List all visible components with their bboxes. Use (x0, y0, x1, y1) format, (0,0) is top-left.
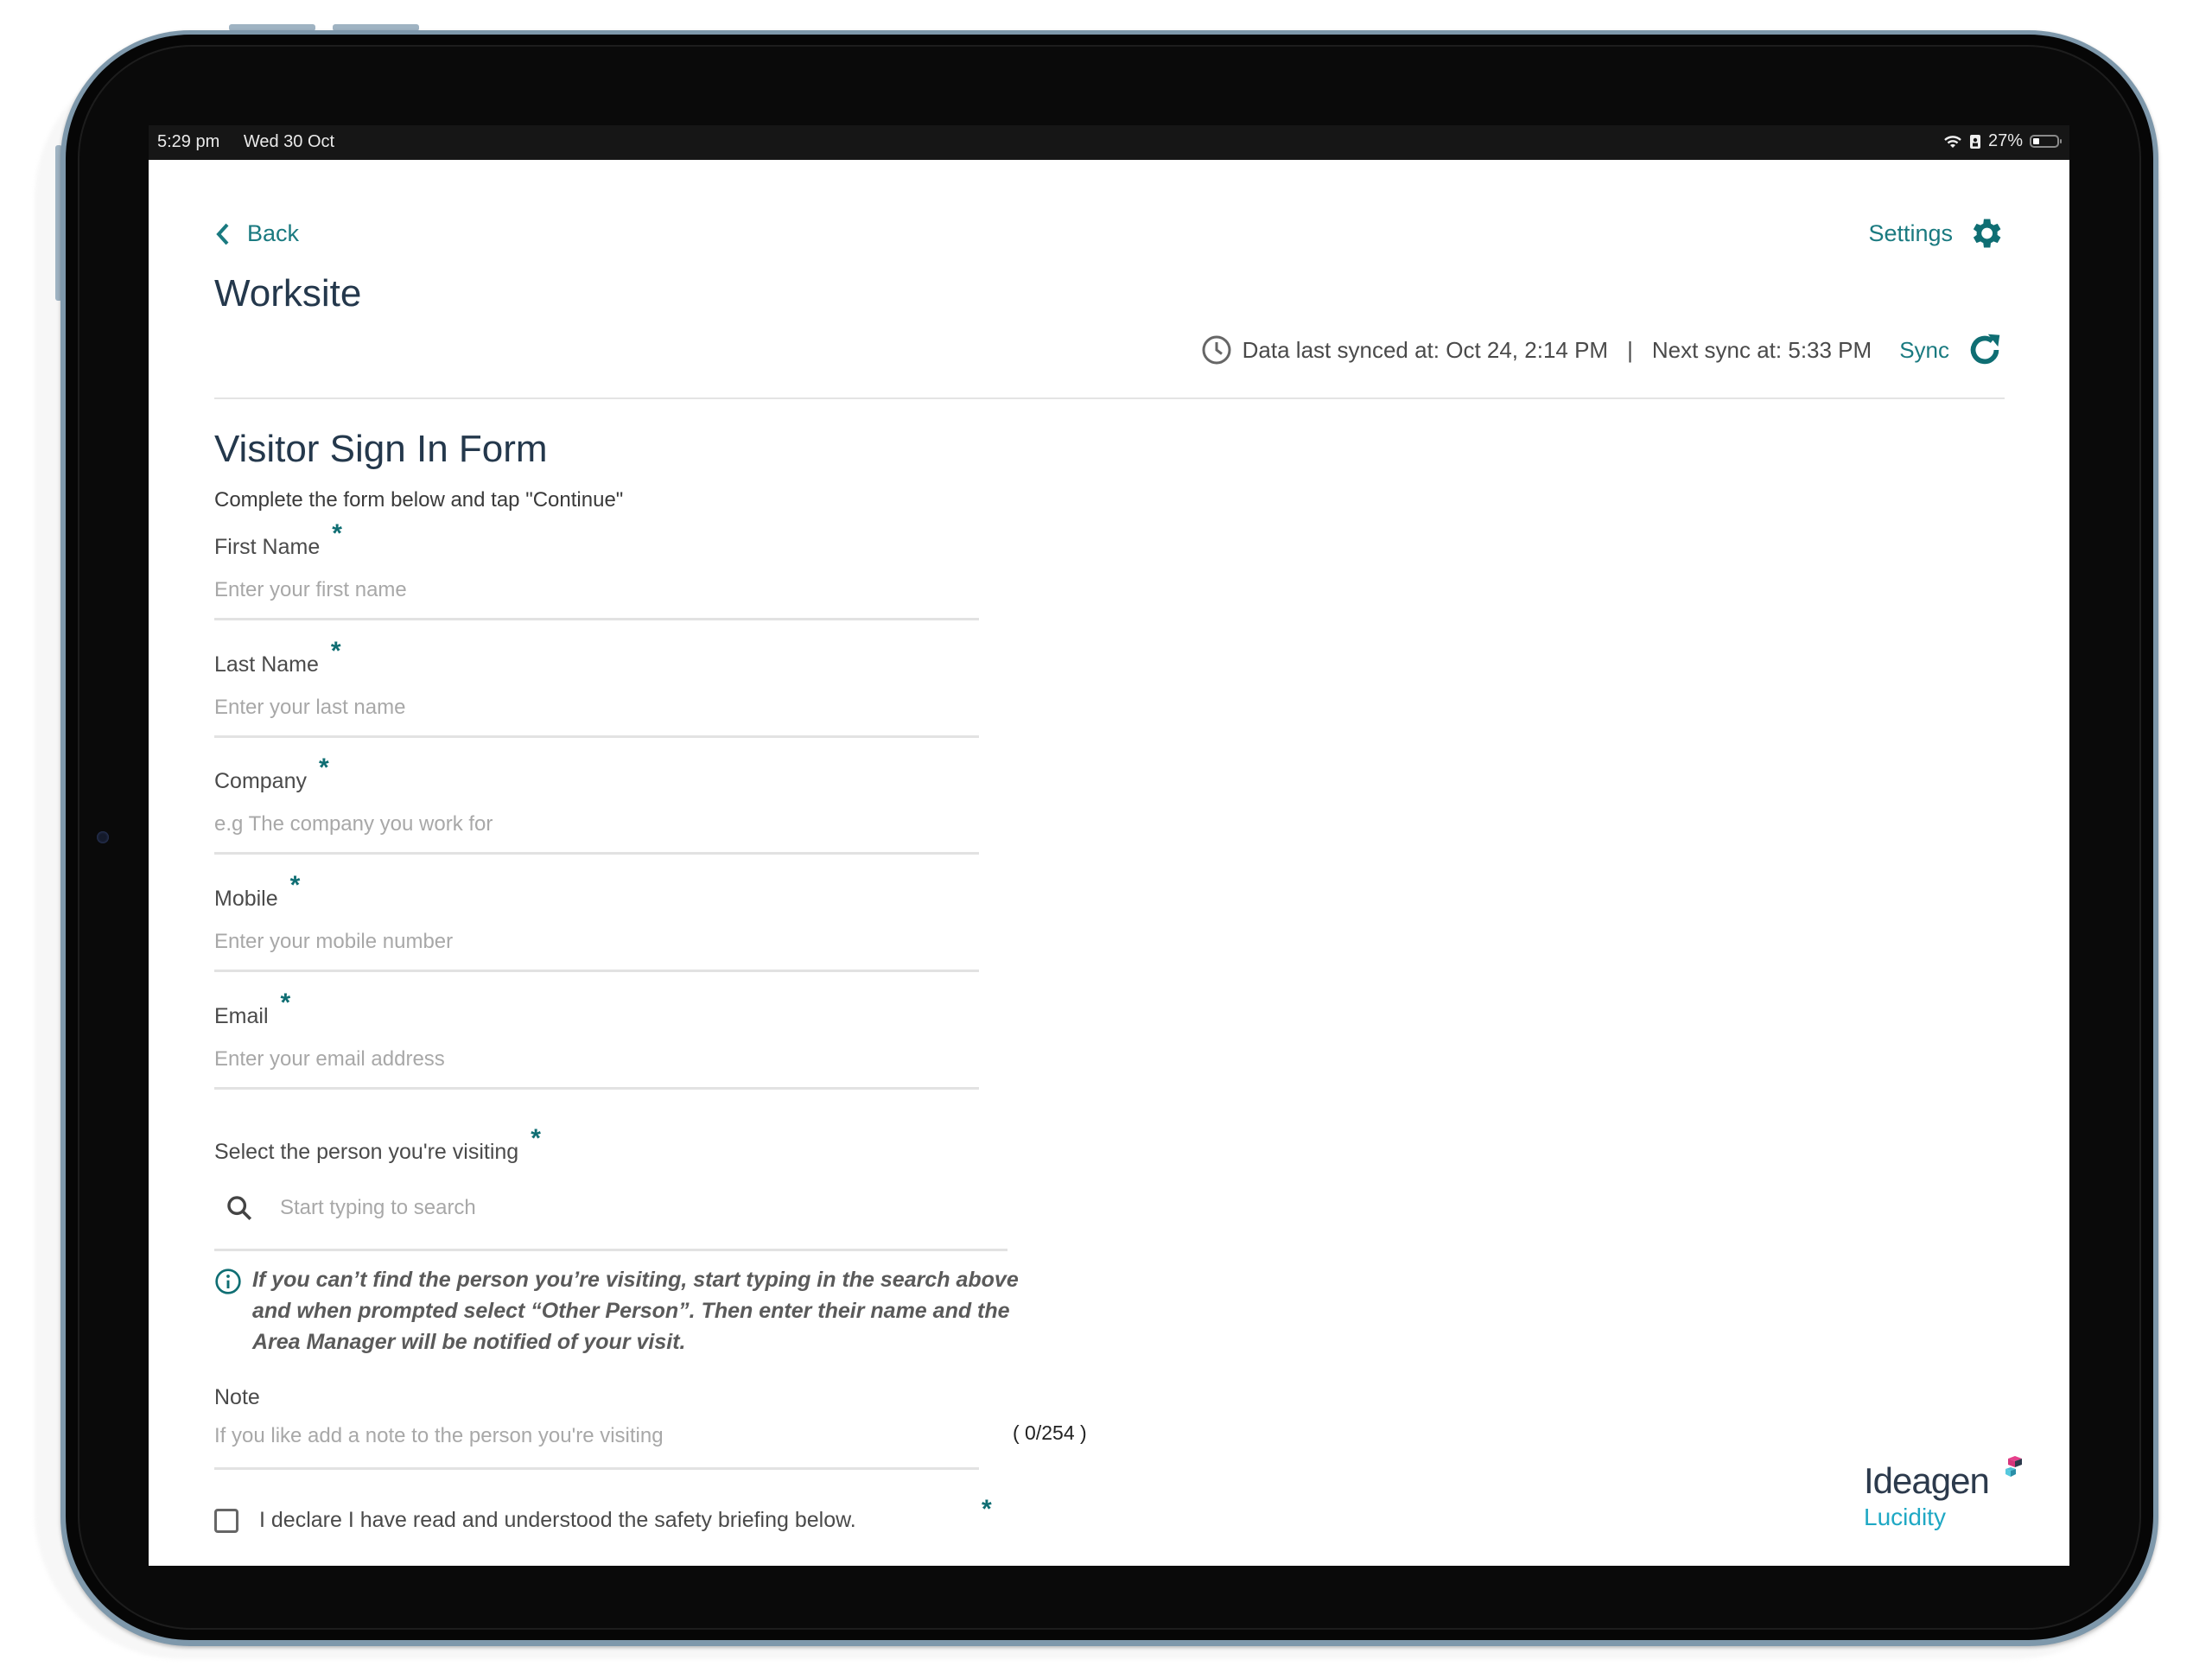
gear-icon (1973, 219, 2001, 248)
front-camera (97, 831, 109, 843)
back-button[interactable]: Back (214, 220, 299, 247)
info-text: If you can’t find the person you’re visi… (252, 1268, 1019, 1354)
logo-company-text: Ideagen (1864, 1460, 1990, 1501)
note-label: Note (214, 1385, 260, 1409)
sync-button[interactable]: Sync (1899, 330, 2005, 370)
last-name-input[interactable] (214, 687, 979, 738)
sim-icon (1969, 134, 1980, 149)
email-label: Email (214, 1004, 269, 1028)
ideagen-lucidity-logo: Ideagen Lucidity (1864, 1456, 2022, 1531)
info-note: If you can’t find the person you’re visi… (214, 1264, 1044, 1358)
status-date: Wed 30 Oct (243, 132, 335, 151)
mobile-input[interactable] (214, 921, 979, 972)
declaration-row[interactable]: I declare I have read and understood the… (214, 1508, 856, 1533)
form-subtitle: Complete the form below and tap "Continu… (214, 488, 624, 512)
required-marker: * (982, 1495, 992, 1523)
required-marker: * (289, 871, 301, 900)
info-icon (215, 1269, 241, 1294)
chevron-left-icon (216, 223, 229, 245)
company-input[interactable] (214, 804, 979, 855)
search-icon (227, 1196, 252, 1221)
settings-button[interactable]: Settings (1868, 214, 2005, 252)
logo-company: Ideagen (1864, 1456, 2022, 1502)
required-marker: * (531, 1124, 541, 1153)
sync-status-row: Data last synced at: Oct 24, 2:14 PM | N… (1201, 330, 2005, 370)
first-name-label: First Name (214, 535, 321, 559)
person-search-field: Select the person you're visiting * (214, 1124, 1007, 1251)
mobile-field: Mobile * (214, 871, 979, 972)
required-marker: * (319, 754, 329, 782)
battery-percent: 27% (1987, 131, 2023, 150)
wifi-icon (1944, 135, 1961, 148)
refresh-icon (1970, 334, 2000, 365)
header-divider (214, 397, 2005, 399)
first-name-input[interactable] (214, 569, 979, 620)
back-label: Back (247, 220, 300, 246)
first-name-field: First Name * (214, 519, 979, 620)
battery-icon (2030, 135, 2062, 148)
declaration-label: I declare I have read and understood the… (259, 1508, 856, 1532)
person-search-label: Select the person you're visiting (214, 1140, 519, 1164)
email-input[interactable] (214, 1039, 979, 1090)
note-input[interactable] (214, 1417, 979, 1470)
email-field: Email * (214, 989, 979, 1090)
logo-product: Lucidity (1864, 1504, 1946, 1530)
required-marker: * (280, 989, 291, 1017)
company-field: Company * (214, 754, 979, 855)
sync-label: Sync (1899, 336, 1949, 363)
logo-cubes-icon (2005, 1456, 2022, 1477)
required-marker: * (330, 637, 341, 665)
person-search-box[interactable] (214, 1185, 1007, 1251)
last-synced-text: Data last synced at: Oct 24, 2:14 PM (1242, 336, 1609, 363)
screen: 5:29 pm Wed 30 Oct 27% Back Worksite Set… (149, 125, 2069, 1566)
settings-label: Settings (1868, 219, 1953, 246)
company-label: Company (214, 769, 307, 793)
note-character-counter: ( 0/254 ) (1013, 1421, 1087, 1444)
required-marker: * (332, 519, 342, 548)
next-sync-text: Next sync at: 5:33 PM (1651, 336, 1872, 363)
last-name-field: Last Name * (214, 637, 979, 738)
page-title: Worksite (214, 272, 362, 315)
declaration-checkbox[interactable] (214, 1508, 238, 1533)
status-bar: 5:29 pm Wed 30 Oct 27% (149, 125, 2069, 160)
mobile-label: Mobile (214, 887, 278, 911)
status-time: 5:29 pm (157, 132, 220, 151)
form-title: Visitor Sign In Form (214, 428, 548, 470)
person-search-input[interactable] (278, 1195, 1007, 1221)
note-field: Note (214, 1385, 979, 1470)
sync-separator: | (1627, 336, 1633, 363)
last-name-label: Last Name (214, 652, 319, 677)
clock-icon (1202, 335, 1231, 365)
